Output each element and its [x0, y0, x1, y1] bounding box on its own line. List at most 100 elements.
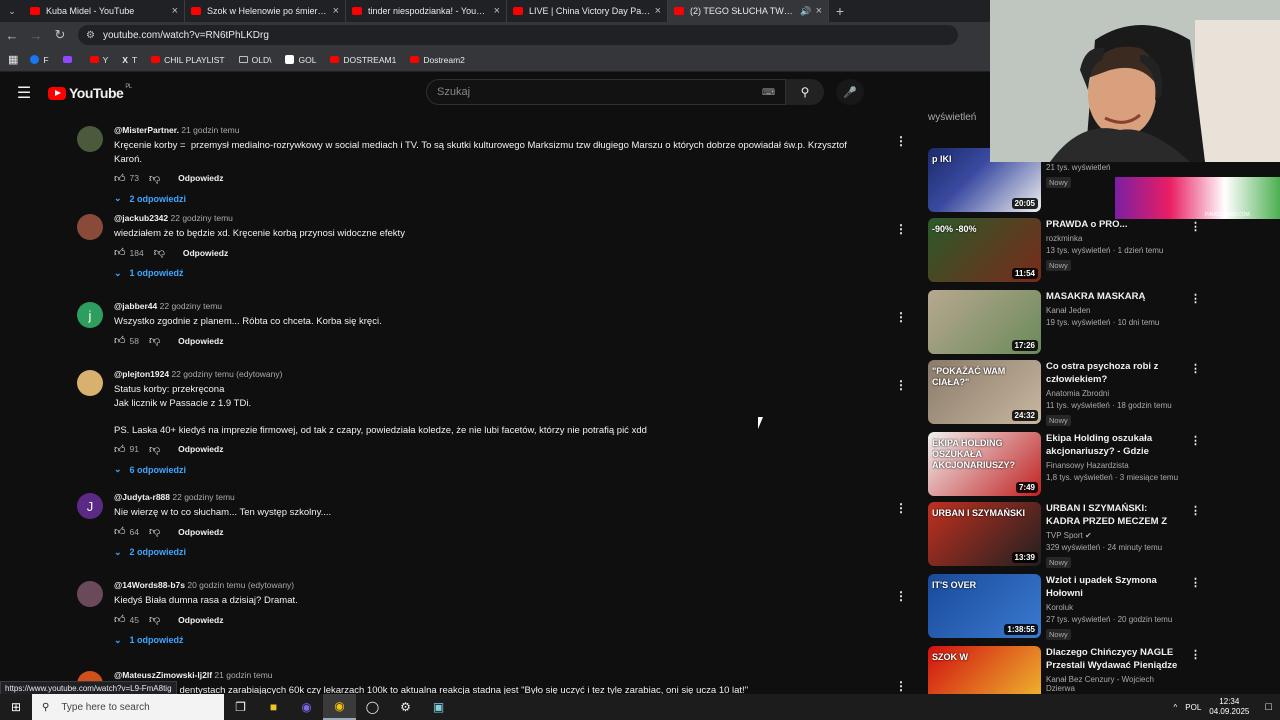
- file-explorer-icon[interactable]: ■: [257, 694, 290, 720]
- thumbs-down-icon[interactable]: 👎︎: [154, 246, 165, 259]
- bookmark-f[interactable]: F: [30, 55, 49, 65]
- avatar[interactable]: [77, 370, 103, 396]
- avatar[interactable]: j: [77, 302, 103, 328]
- comment-time[interactable]: 22 godziny temu: [160, 301, 222, 311]
- channel-name[interactable]: Kanał Jeden: [1046, 306, 1181, 315]
- settings-app-icon[interactable]: ⚙: [389, 694, 422, 720]
- comment-author[interactable]: @jackub2342: [114, 213, 168, 223]
- video-menu-icon[interactable]: ⋮: [1190, 292, 1201, 305]
- notifications-icon[interactable]: □: [1265, 701, 1272, 713]
- bookmark-chil-playlist[interactable]: CHIL PLAYLIST: [151, 55, 225, 65]
- channel-name[interactable]: rozkminka: [1046, 234, 1181, 243]
- more-actions-icon[interactable]: ⋮: [895, 501, 907, 515]
- view-replies-button[interactable]: ⌄ 1 odpowiedź: [114, 635, 874, 646]
- reply-button[interactable]: Odpowiedz: [178, 173, 223, 183]
- reply-button[interactable]: Odpowiedz: [178, 615, 223, 625]
- bookmark-twitch[interactable]: [62, 56, 76, 63]
- view-replies-button[interactable]: ⌄ 2 odpowiedzi: [114, 193, 874, 204]
- channel-name[interactable]: Kanał Bez Cenzury - Wojciech Dzierwa: [1046, 675, 1181, 693]
- comment-time[interactable]: 21 godzin temu: [181, 125, 239, 135]
- thumbs-up-icon[interactable]: 👍︎: [114, 246, 126, 259]
- thumbs-down-icon[interactable]: 👎︎: [149, 172, 160, 185]
- task-view-icon[interactable]: ❐: [224, 694, 257, 720]
- more-actions-icon[interactable]: ⋮: [895, 222, 907, 236]
- tray-chevron-icon[interactable]: ^: [1174, 703, 1178, 712]
- youtube-logo[interactable]: YouTube PL: [48, 84, 132, 101]
- keyboard-icon[interactable]: ⌨: [762, 87, 775, 98]
- video-thumbnail[interactable]: URBAN I SZYMAŃSKI 13:39: [928, 502, 1041, 566]
- video-thumbnail[interactable]: IT'S OVER 1:38:55: [928, 574, 1041, 638]
- video-title[interactable]: MASAKRA MASKARĄ: [1046, 290, 1181, 303]
- comment-author[interactable]: @Judyta-r888: [114, 492, 170, 502]
- video-menu-icon[interactable]: ⋮: [1190, 648, 1201, 661]
- search-input[interactable]: Szukaj ⌨: [426, 79, 786, 105]
- avatar[interactable]: [77, 214, 103, 240]
- language-indicator[interactable]: POL: [1185, 703, 1201, 712]
- close-tab-icon[interactable]: ×: [816, 5, 822, 17]
- tab-search-chevron-icon[interactable]: ⌄: [0, 0, 24, 22]
- taskbar-search-input[interactable]: ⚲ Type here to search: [32, 694, 224, 720]
- related-video[interactable]: URBAN I SZYMAŃSKI 13:39 URBAN I SZYMAŃSKI:…: [928, 502, 1201, 568]
- related-video[interactable]: -90% -80% 11:54 PRAWDA o PRO... rozkminka 13…: [928, 218, 1201, 284]
- avatar[interactable]: J: [77, 493, 103, 519]
- thumbs-down-icon[interactable]: 👎︎: [149, 443, 160, 456]
- video-title[interactable]: URBAN I SZYMAŃSKI: KADRA PRZED MECZEM Z …: [1046, 502, 1181, 528]
- comment-time[interactable]: 22 godziny temu: [171, 213, 233, 223]
- new-tab-button[interactable]: +: [829, 3, 851, 19]
- comment-time[interactable]: 20 godzin temu (edytowany): [187, 580, 294, 590]
- notepad-icon[interactable]: ▣: [422, 694, 455, 720]
- windows-start-icon[interactable]: ⊞: [0, 700, 32, 714]
- voice-search-button[interactable]: 🎤: [836, 79, 864, 105]
- bookmark-folder-old[interactable]: OLD\: [238, 55, 271, 65]
- video-title[interactable]: Dlaczego Chińczycy NAGLE Przestali Wydaw…: [1046, 646, 1181, 672]
- related-video[interactable]: "POKAŻAĆ WAM CIAŁA?" 24:32 Co ostra psycho…: [928, 360, 1201, 426]
- menu-icon[interactable]: ☰: [0, 83, 48, 103]
- video-menu-icon[interactable]: ⋮: [1190, 220, 1201, 233]
- chrome-icon[interactable]: ◉: [323, 694, 356, 720]
- thumbs-up-icon[interactable]: 👍︎: [114, 613, 126, 626]
- bookmark-dostream1[interactable]: DOSTREAM1: [330, 55, 396, 65]
- video-title[interactable]: PRAWDA o PRO...: [1046, 218, 1181, 231]
- browser-tab[interactable]: LIVE | China Victory Day Parade ×: [507, 0, 668, 22]
- related-video[interactable]: 17:26 MASAKRA MASKARĄ Kanał Jeden 19 tys. w…: [928, 290, 1201, 356]
- channel-name[interactable]: Finansowy Hazardzista: [1046, 461, 1181, 470]
- comment-author[interactable]: @MisterPartner.: [114, 125, 179, 135]
- site-settings-icon[interactable]: ⚙: [86, 30, 95, 41]
- close-tab-icon[interactable]: ×: [655, 5, 661, 17]
- comment-time[interactable]: 22 godziny temu: [172, 492, 234, 502]
- video-menu-icon[interactable]: ⋮: [1190, 434, 1201, 447]
- app-icon[interactable]: ◉: [290, 694, 323, 720]
- more-actions-icon[interactable]: ⋮: [895, 134, 907, 148]
- video-menu-icon[interactable]: ⋮: [1190, 362, 1201, 375]
- thumbs-down-icon[interactable]: 👎︎: [149, 613, 160, 626]
- reply-button[interactable]: Odpowiedz: [178, 444, 223, 454]
- comment-author[interactable]: @plejton1924: [114, 369, 169, 379]
- avatar[interactable]: [77, 126, 103, 152]
- bookmark-y[interactable]: Y: [89, 55, 108, 65]
- reload-icon[interactable]: ↻: [48, 27, 72, 43]
- video-title[interactable]: Co ostra psychoza robi z człowiekiem?: [1046, 360, 1181, 386]
- close-tab-icon[interactable]: ×: [172, 5, 178, 17]
- comment-author[interactable]: @jabber44: [114, 301, 157, 311]
- more-actions-icon[interactable]: ⋮: [895, 378, 907, 392]
- comment-author[interactable]: @MateuszZimowski-lj2lf: [114, 670, 212, 680]
- video-menu-icon[interactable]: ⋮: [1190, 576, 1201, 589]
- view-replies-button[interactable]: ⌄ 2 odpowiedzi: [114, 547, 874, 558]
- video-menu-icon[interactable]: ⋮: [1190, 504, 1201, 517]
- obs-icon[interactable]: ◯: [356, 694, 389, 720]
- view-replies-button[interactable]: ⌄ 6 odpowiedzi: [114, 464, 874, 475]
- related-video[interactable]: EKIPA HOLDING OSZUKAŁA AKCJONARIUSZY? 7:4…: [928, 432, 1201, 498]
- apps-grid-icon[interactable]: ▦: [8, 53, 18, 66]
- reply-button[interactable]: Odpowiedz: [178, 336, 223, 346]
- close-tab-icon[interactable]: ×: [333, 5, 339, 17]
- browser-tab[interactable]: Szok w Helenowie po śmierci m ×: [185, 0, 346, 22]
- clock[interactable]: 12:34 04.09.2025: [1209, 697, 1249, 717]
- more-actions-icon[interactable]: ⋮: [895, 310, 907, 324]
- comment-author[interactable]: @14Words88-b7s: [114, 580, 185, 590]
- thumbs-up-icon[interactable]: 👍︎: [114, 172, 126, 185]
- video-thumbnail[interactable]: -90% -80% 11:54: [928, 218, 1041, 282]
- speaker-icon[interactable]: 🔊: [800, 6, 811, 17]
- reply-button[interactable]: Odpowiedz: [178, 527, 223, 537]
- channel-name[interactable]: Koroluk: [1046, 603, 1181, 612]
- comment-time[interactable]: 22 godziny temu (edytowany): [171, 369, 282, 379]
